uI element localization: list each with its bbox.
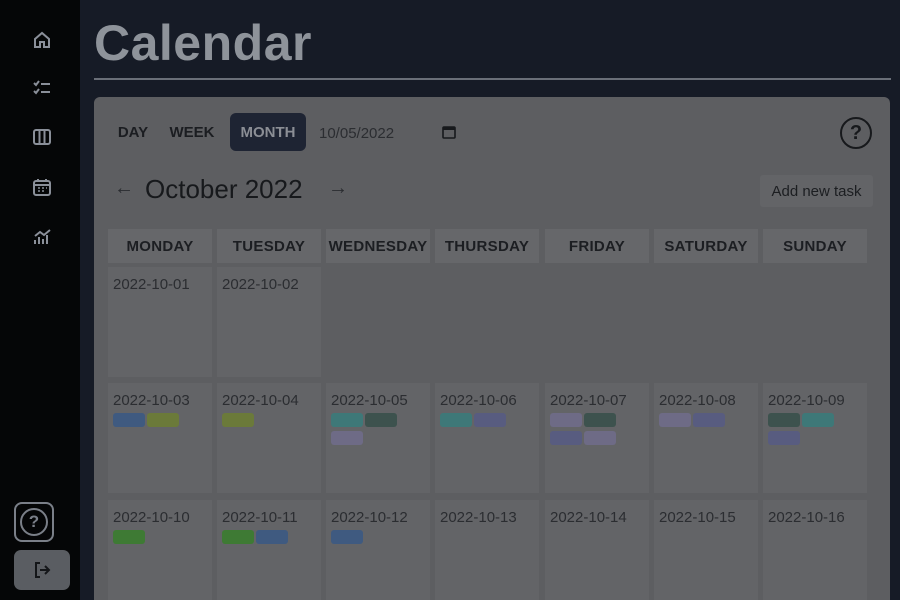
task-chip[interactable]: [693, 413, 725, 427]
main-content: Calendar DAY WEEK MONTH 10/05/2022 ? ← O…: [80, 0, 900, 600]
task-chip[interactable]: [222, 530, 254, 544]
day-date-label: 2022-10-10: [113, 509, 190, 526]
prev-month-button[interactable]: ←: [114, 176, 134, 199]
task-chip[interactable]: [331, 530, 363, 544]
task-chip[interactable]: [331, 413, 363, 427]
view-day-button[interactable]: DAY: [114, 113, 152, 151]
day-cell[interactable]: 2022-10-10: [108, 500, 212, 600]
task-chip[interactable]: [768, 431, 800, 445]
view-week-button[interactable]: WEEK: [168, 113, 216, 151]
arrow-left-icon: ←: [114, 176, 134, 199]
task-chip[interactable]: [113, 530, 145, 544]
help-circle-icon: ?: [849, 121, 863, 144]
day-cell[interactable]: 2022-10-07: [545, 383, 649, 493]
day-cell[interactable]: 2022-10-04: [217, 383, 321, 493]
day-cell[interactable]: 2022-10-11: [217, 500, 321, 600]
task-chip[interactable]: [584, 413, 616, 427]
task-chip[interactable]: [147, 413, 179, 427]
day-cell[interactable]: 2022-10-03: [108, 383, 212, 493]
calendar-panel: DAY WEEK MONTH 10/05/2022 ? ← October 20…: [94, 97, 890, 600]
weekday-header-saturday: SATURDAY: [654, 229, 758, 263]
day-cell[interactable]: 2022-10-12: [326, 500, 430, 600]
day-date-label: 2022-10-08: [659, 392, 736, 409]
view-month-button[interactable]: MONTH: [230, 113, 306, 151]
day-cell[interactable]: 2022-10-08: [654, 383, 758, 493]
day-cell[interactable]: 2022-10-16: [763, 500, 867, 600]
task-chip[interactable]: [802, 413, 834, 427]
page-title: Calendar: [94, 15, 312, 71]
logout-button[interactable]: [14, 550, 70, 590]
calendar-icon: [33, 179, 51, 196]
tasks-icon: [33, 80, 50, 95]
task-chip[interactable]: [440, 413, 472, 427]
day-date-label: 2022-10-16: [768, 509, 845, 526]
day-cell[interactable]: 2022-10-13: [435, 500, 539, 600]
calendar-picker-icon[interactable]: [442, 125, 456, 139]
day-date-label: 2022-10-14: [550, 509, 627, 526]
task-chip[interactable]: [659, 413, 691, 427]
nav-board[interactable]: [29, 124, 55, 150]
analytics-icon: [34, 229, 51, 244]
day-date-label: 2022-10-11: [222, 509, 298, 526]
day-cell[interactable]: 2022-10-09: [763, 383, 867, 493]
day-date-label: 2022-10-03: [113, 392, 190, 409]
day-date-label: 2022-10-05: [331, 392, 408, 409]
weekday-header-thursday: THURSDAY: [435, 229, 539, 263]
arrow-right-icon: →: [328, 176, 348, 199]
task-chip[interactable]: [584, 431, 616, 445]
board-icon: [33, 129, 51, 145]
day-date-label: 2022-10-12: [331, 509, 408, 526]
title-divider: [94, 78, 891, 80]
nav-home[interactable]: [29, 27, 55, 53]
day-date-label: 2022-10-07: [550, 392, 627, 409]
day-cell[interactable]: 2022-10-05: [326, 383, 430, 493]
weekday-header-sunday: SUNDAY: [763, 229, 867, 263]
day-date-label: 2022-10-01: [113, 276, 190, 293]
help-button[interactable]: ?: [14, 502, 54, 542]
help-glyph: ?: [28, 512, 40, 531]
task-chip[interactable]: [256, 530, 288, 544]
date-value: 10/05/2022: [319, 124, 395, 142]
next-month-button[interactable]: →: [328, 176, 348, 199]
weekday-header-monday: MONDAY: [108, 229, 212, 263]
nav-tasks[interactable]: [29, 75, 55, 101]
home-icon: [34, 31, 50, 48]
date-input[interactable]: 10/05/2022: [316, 119, 458, 147]
day-date-label: 2022-10-04: [222, 392, 299, 409]
day-cell[interactable]: 2022-10-15: [654, 500, 758, 600]
task-chip[interactable]: [474, 413, 506, 427]
nav-calendar[interactable]: [29, 174, 55, 200]
day-date-label: 2022-10-02: [222, 276, 299, 293]
task-chip[interactable]: [550, 413, 582, 427]
weekday-header-wednesday: WEDNESDAY: [326, 229, 430, 263]
task-chip[interactable]: [331, 431, 363, 445]
day-cell[interactable]: 2022-10-06: [435, 383, 539, 493]
day-cell[interactable]: 2022-10-14: [545, 500, 649, 600]
nav-analytics[interactable]: [29, 224, 55, 250]
task-chip[interactable]: [550, 431, 582, 445]
day-cell[interactable]: 2022-10-02: [217, 267, 321, 377]
task-chip[interactable]: [113, 413, 145, 427]
task-chip[interactable]: [768, 413, 800, 427]
weekday-header-friday: FRIDAY: [545, 229, 649, 263]
day-date-label: 2022-10-06: [440, 392, 517, 409]
logout-icon: [35, 562, 51, 578]
help-icon: ?: [20, 508, 48, 536]
weekday-header-tuesday: TUESDAY: [217, 229, 321, 263]
day-date-label: 2022-10-15: [659, 509, 736, 526]
day-date-label: 2022-10-09: [768, 392, 845, 409]
month-title: October 2022: [145, 174, 303, 204]
add-new-task-button[interactable]: Add new task: [760, 175, 873, 207]
task-chip[interactable]: [222, 413, 254, 427]
sidebar: ?: [0, 0, 80, 600]
day-cell[interactable]: 2022-10-01: [108, 267, 212, 377]
day-date-label: 2022-10-13: [440, 509, 517, 526]
task-chip[interactable]: [365, 413, 397, 427]
help-circle-button[interactable]: ?: [840, 117, 872, 149]
